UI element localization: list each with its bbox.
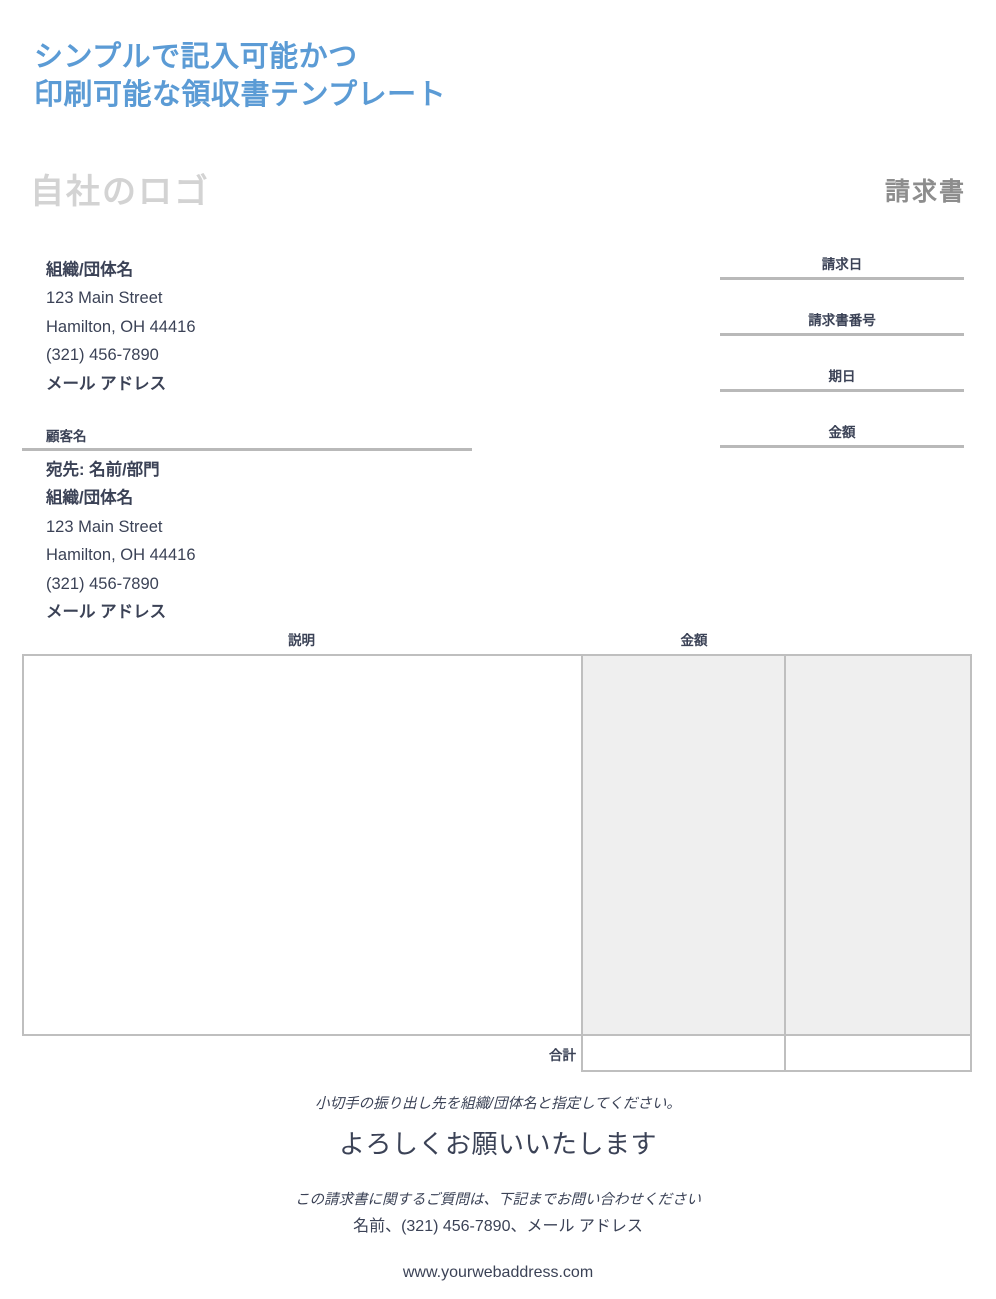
document-type-title: 請求書: [884, 178, 966, 206]
page-title-line-1: シンプルで記入可能かつ: [34, 41, 358, 73]
customer-address-lines: 宛先: 名前/部門 組織/団体名 123 Main Street Hamilto…: [22, 451, 472, 626]
page-title: シンプルで記入可能かつ 印刷可能な領収書テンプレート: [34, 38, 794, 114]
sender-org-name[interactable]: 組織/団体名: [46, 256, 466, 284]
items-table: 合計: [22, 654, 972, 1072]
field-invoice-date-rule: [720, 277, 964, 280]
sender-city-state-zip[interactable]: Hamilton, OH 44416: [46, 313, 466, 341]
cell-amount-primary[interactable]: [581, 654, 786, 1036]
invoice-fields-stack: 請求日 請求書番号 期日 金額: [720, 256, 964, 453]
thank-you-message: よろしくお願いいたします: [338, 1129, 657, 1159]
customer-name-label: 顧客名: [46, 429, 87, 444]
field-invoice-number-label: 請求書番号: [808, 313, 876, 328]
sender-street[interactable]: 123 Main Street: [46, 284, 466, 312]
footer-block: 小切手の振り出し先を組織/団体名と指定してください。 よろしくお願いいたします …: [0, 1092, 996, 1287]
items-table-headers: 説明 金額: [22, 632, 970, 652]
sender-address-block: 組織/団体名 123 Main Street Hamilton, OH 4441…: [46, 256, 466, 398]
field-invoice-number[interactable]: 請求書番号: [720, 312, 964, 341]
customer-phone[interactable]: (321) 456-7890: [46, 570, 472, 598]
field-due-date-rule: [720, 389, 964, 392]
website-address[interactable]: www.yourwebaddress.com: [0, 1241, 996, 1287]
total-label: 合計: [23, 1035, 582, 1071]
field-due-date-label: 期日: [828, 369, 856, 384]
payee-instruction-note: 小切手の振り出し先を組織/団体名と指定してください。: [315, 1096, 681, 1112]
items-table-body-row: [22, 654, 972, 1036]
column-header-description: 説明: [288, 633, 315, 648]
document-header-row: 自社のロゴ 請求書: [0, 170, 996, 220]
sender-email[interactable]: メール アドレス: [46, 370, 466, 398]
field-amount-label: 金額: [828, 425, 856, 440]
page-title-line-2: 印刷可能な領収書テンプレート: [34, 79, 447, 111]
company-logo-placeholder[interactable]: 自社のロゴ: [30, 170, 210, 214]
customer-street[interactable]: 123 Main Street: [46, 513, 472, 541]
invoice-template-page: シンプルで記入可能かつ 印刷可能な領収書テンプレート 自社のロゴ 請求書 組織/…: [0, 0, 996, 1299]
column-header-amount: 金額: [680, 633, 708, 648]
customer-org-name[interactable]: 組織/団体名: [46, 484, 472, 512]
field-due-date[interactable]: 期日: [720, 368, 964, 397]
field-amount-rule: [720, 445, 964, 448]
questions-intro-text: この請求書に関するご質問は、下記までお問い合わせください: [295, 1192, 701, 1208]
customer-city-state-zip[interactable]: Hamilton, OH 44416: [46, 541, 472, 569]
field-invoice-date-label: 請求日: [821, 257, 863, 272]
field-invoice-number-rule: [720, 333, 964, 336]
total-value-primary[interactable]: [581, 1034, 786, 1072]
contact-details-line[interactable]: 名前、(321) 456-7890、メール アドレス: [0, 1213, 996, 1241]
total-value-secondary[interactable]: [784, 1034, 972, 1072]
sender-phone[interactable]: (321) 456-7890: [46, 341, 466, 369]
customer-attention[interactable]: 宛先: 名前/部門: [46, 456, 472, 484]
cell-description[interactable]: [22, 654, 583, 1036]
cell-amount-secondary[interactable]: [784, 654, 972, 1036]
field-amount[interactable]: 金額: [720, 424, 964, 453]
items-table-total-row: 合計: [23, 1034, 972, 1072]
customer-email[interactable]: メール アドレス: [46, 598, 472, 626]
customer-address-block: 顧客名 宛先: 名前/部門 組織/団体名 123 Main Street Ham…: [22, 428, 472, 626]
field-invoice-date[interactable]: 請求日: [720, 256, 964, 285]
